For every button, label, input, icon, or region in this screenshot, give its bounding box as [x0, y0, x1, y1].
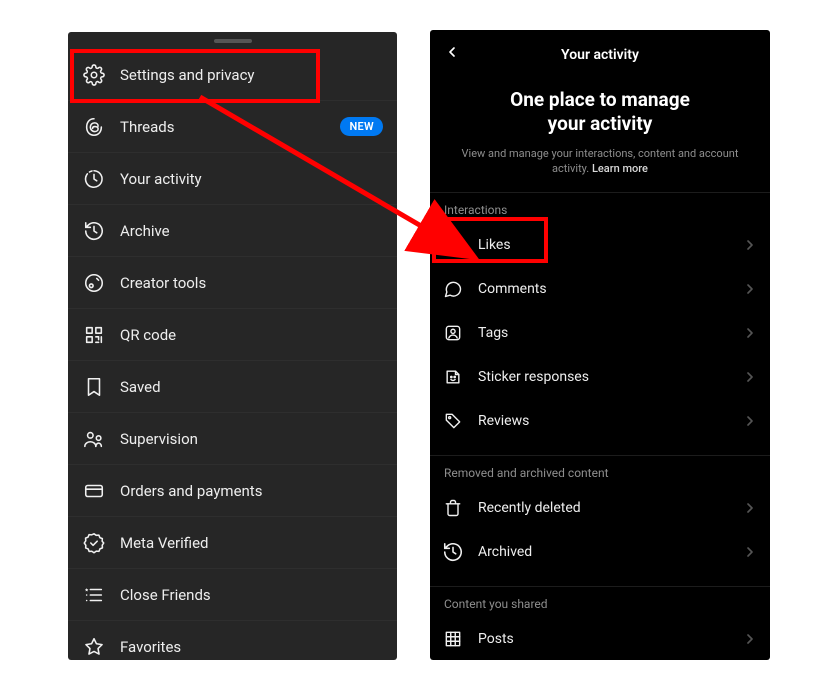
activity-item-label: Reviews — [478, 413, 742, 429]
chevron-right-icon — [742, 544, 758, 560]
activity-item-label: Recently deleted — [478, 500, 742, 516]
section-header: Content you shared — [430, 587, 770, 617]
activity-screen: Your activity One place to manage your a… — [430, 30, 770, 660]
activity-item-archived[interactable]: Archived — [430, 530, 770, 574]
menu-item-label: Your activity — [120, 170, 202, 188]
menu-item-settings[interactable]: Settings and privacy — [68, 49, 397, 101]
activity-item-label: Posts — [478, 631, 742, 647]
menu-item-label: Meta Verified — [120, 534, 208, 552]
promo-title-line1: One place to manage — [510, 88, 690, 111]
tag-person-icon — [442, 322, 464, 344]
activity-item-stickers[interactable]: Sticker responses — [430, 355, 770, 399]
menu-item-label: Saved — [120, 378, 161, 396]
menu-item-label: Settings and privacy — [120, 66, 255, 84]
sticker-icon — [442, 366, 464, 388]
menu-item-supervision[interactable]: Supervision — [68, 413, 397, 465]
history-icon — [82, 219, 106, 243]
bookmark-icon — [82, 375, 106, 399]
card-icon — [82, 479, 106, 503]
header-title: Your activity — [561, 47, 639, 63]
chevron-right-icon — [742, 631, 758, 647]
section-removed-and-archived-content: Removed and archived content Recently del… — [430, 455, 770, 586]
activity-item-label: Comments — [478, 281, 742, 297]
section-interactions: Interactions Likes Comments Tags Sticker res… — [430, 192, 770, 455]
learn-more-link[interactable]: Learn more — [592, 162, 648, 175]
activity-item-label: Sticker responses — [478, 369, 742, 385]
star-icon — [82, 635, 106, 659]
menu-item-label: Creator tools — [120, 274, 206, 292]
chevron-right-icon — [742, 369, 758, 385]
back-button[interactable] — [442, 42, 462, 62]
menu-item-threads[interactable]: Threads NEW — [68, 101, 397, 153]
clock-dashed-icon — [82, 167, 106, 191]
menu-item-favorites[interactable]: Favorites — [68, 621, 397, 660]
promo-block: One place to manage your activity View a… — [430, 68, 770, 192]
activity-item-label: Tags — [478, 325, 742, 341]
threads-icon — [82, 115, 106, 139]
menu-item-label: Threads — [120, 118, 174, 136]
tag-icon — [442, 410, 464, 432]
promo-subtitle: View and manage your interactions, conte… — [458, 146, 742, 177]
history-icon — [442, 541, 464, 563]
supervision-icon — [82, 427, 106, 451]
promo-title: One place to manage your activity — [458, 88, 742, 136]
header-bar: Your activity — [430, 30, 770, 68]
menu-item-close_friends[interactable]: Close Friends — [68, 569, 397, 621]
menu-item-label: Orders and payments — [120, 482, 262, 500]
menu-item-activity[interactable]: Your activity — [68, 153, 397, 205]
grid-icon — [442, 628, 464, 650]
creator-icon — [82, 271, 106, 295]
activity-item-likes[interactable]: Likes — [430, 223, 770, 267]
activity-item-comments[interactable]: Comments — [430, 267, 770, 311]
chevron-right-icon — [742, 281, 758, 297]
menu-item-orders[interactable]: Orders and payments — [68, 465, 397, 517]
list-star-icon — [82, 583, 106, 607]
menu-item-archive[interactable]: Archive — [68, 205, 397, 257]
activity-item-posts[interactable]: Posts — [430, 617, 770, 660]
activity-item-tags[interactable]: Tags — [430, 311, 770, 355]
verified-icon — [82, 531, 106, 555]
menu-item-qr[interactable]: QR code — [68, 309, 397, 361]
menu-item-verified[interactable]: Meta Verified — [68, 517, 397, 569]
activity-item-deleted[interactable]: Recently deleted — [430, 486, 770, 530]
gear-icon — [82, 63, 106, 87]
activity-item-label: Likes — [478, 237, 742, 253]
chevron-right-icon — [742, 500, 758, 516]
menu-item-label: Favorites — [120, 638, 181, 656]
comment-icon — [442, 278, 464, 300]
settings-menu-screen: Settings and privacy Threads NEW Your activ… — [68, 32, 397, 660]
activity-item-reviews[interactable]: Reviews — [430, 399, 770, 443]
heart-icon — [442, 234, 464, 256]
section-header: Interactions — [430, 193, 770, 223]
section-header: Removed and archived content — [430, 456, 770, 486]
chevron-right-icon — [742, 325, 758, 341]
chevron-right-icon — [742, 413, 758, 429]
chevron-right-icon — [742, 237, 758, 253]
menu-item-creator[interactable]: Creator tools — [68, 257, 397, 309]
menu-item-label: Close Friends — [120, 586, 211, 604]
drag-handle — [214, 39, 252, 43]
section-content-you-shared: Content you shared Posts — [430, 586, 770, 660]
new-badge: NEW — [340, 117, 383, 136]
promo-title-line2: your activity — [548, 112, 653, 135]
qr-icon — [82, 323, 106, 347]
menu-item-saved[interactable]: Saved — [68, 361, 397, 413]
menu-item-label: Archive — [120, 222, 170, 240]
trash-icon — [442, 497, 464, 519]
activity-item-label: Archived — [478, 544, 742, 560]
menu-item-label: QR code — [120, 326, 176, 344]
menu-item-label: Supervision — [120, 430, 198, 448]
